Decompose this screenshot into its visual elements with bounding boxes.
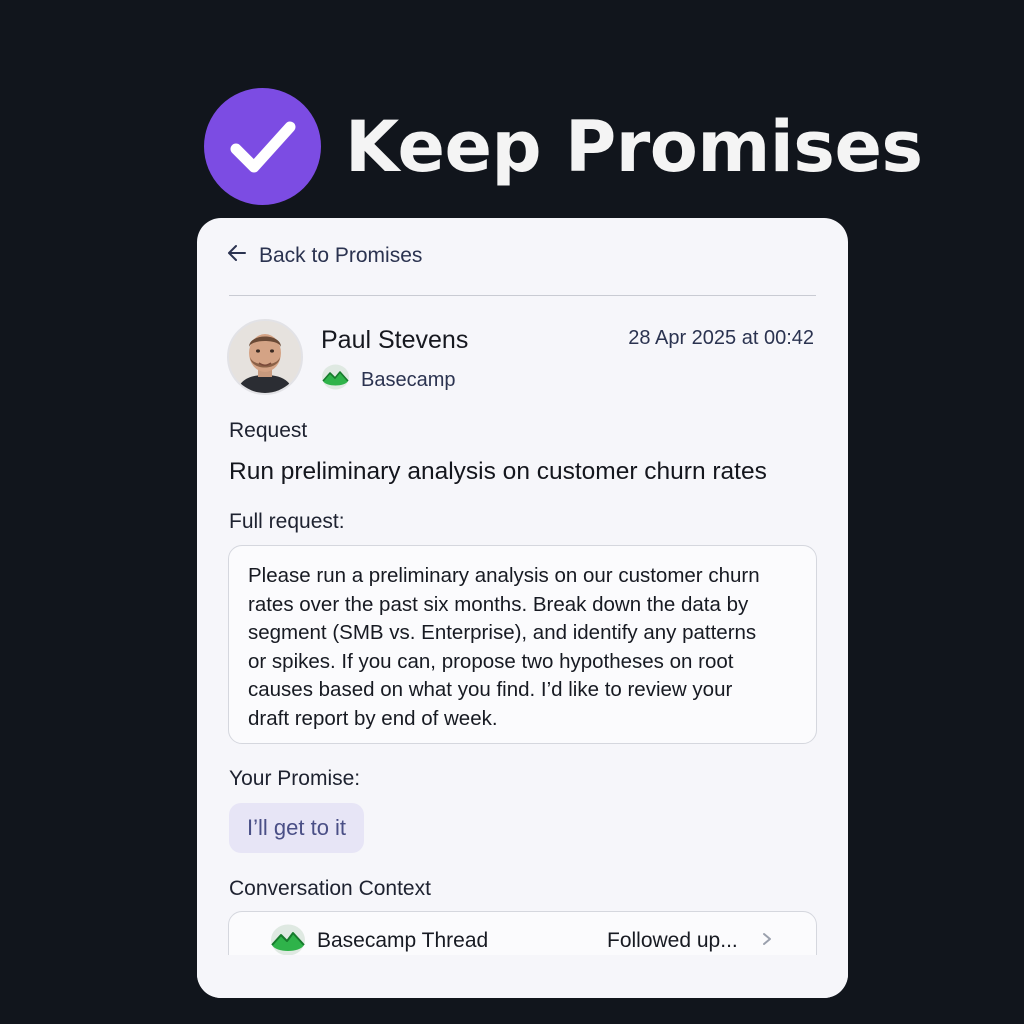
header-divider bbox=[229, 295, 816, 296]
card-bottom-mask bbox=[197, 955, 848, 998]
request-title: Run preliminary analysis on customer chu… bbox=[229, 458, 767, 485]
request-label: Request bbox=[229, 419, 308, 442]
source-app: Basecamp bbox=[321, 364, 456, 396]
brand-header: Keep Promises bbox=[204, 88, 923, 205]
full-request-label: Full request: bbox=[229, 510, 345, 533]
your-promise-label: Your Promise: bbox=[229, 767, 361, 790]
full-request-text: Please run a preliminary analysis on our… bbox=[228, 545, 817, 744]
checkmark-logo-icon bbox=[204, 88, 321, 205]
chevron-right-icon bbox=[762, 932, 772, 951]
arrow-left-icon bbox=[227, 244, 259, 268]
full-request-line: or spikes. If you can, propose two hypot… bbox=[248, 649, 734, 673]
basecamp-icon bbox=[321, 364, 350, 396]
sender-name: Paul Stevens bbox=[321, 326, 469, 354]
conversation-context-label: Conversation Context bbox=[229, 877, 431, 900]
full-request-line: segment (SMB vs. Enterprise), and identi… bbox=[248, 621, 757, 644]
source-app-label: Basecamp bbox=[361, 368, 456, 391]
full-request-line: draft report by end of week. bbox=[248, 706, 498, 730]
back-to-promises-link[interactable]: Back to Promises bbox=[227, 244, 422, 268]
back-link-label: Back to Promises bbox=[259, 244, 423, 267]
full-request-line: rates over the past six months. Break do… bbox=[248, 592, 749, 616]
app-title: Keep Promises bbox=[345, 105, 923, 188]
promise-detail-card: Back to Promises Paul Stevens Basecamp 2… bbox=[197, 218, 848, 998]
context-thread-status: Followed up... bbox=[607, 929, 738, 952]
avatar bbox=[227, 319, 303, 395]
full-request-line: Please run a preliminary analysis on our… bbox=[248, 564, 760, 587]
promise-chip[interactable]: I’ll get to it bbox=[229, 803, 365, 853]
request-timestamp: 28 Apr 2025 at 00:42 bbox=[628, 327, 814, 349]
context-thread-title: Basecamp Thread bbox=[317, 929, 489, 952]
full-request-line: causes based on what you find. I’d like … bbox=[248, 678, 733, 701]
